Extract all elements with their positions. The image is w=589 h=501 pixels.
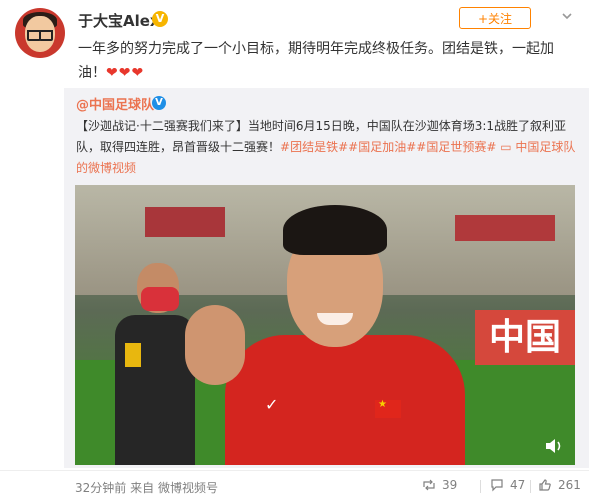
like-button[interactable]: 261 — [538, 478, 581, 492]
post-source[interactable]: 微博视频号 — [158, 481, 218, 495]
swoosh-logo-icon: ✓ — [265, 395, 279, 414]
repost-count: 39 — [442, 478, 458, 492]
volume-icon[interactable] — [543, 435, 565, 457]
follow-button-label: +关注 — [477, 11, 513, 26]
video-player[interactable]: 中国 ✓ — [75, 185, 575, 465]
hashtag-link[interactable]: #国足世预赛# — [416, 140, 496, 154]
post-time[interactable]: 32分钟前 — [75, 481, 126, 495]
thumbs-up-icon — [539, 479, 551, 491]
player-shirt — [225, 335, 465, 465]
post-body: 一年多的努力完成了一个小目标，期待明年完成终极任务。团结是铁，一起加油！ — [78, 41, 554, 81]
staff-body — [115, 315, 195, 465]
chevron-down-icon[interactable] — [561, 10, 573, 22]
source-prefix: 来自 — [130, 481, 155, 495]
hashtag-link[interactable]: #团结是铁# — [280, 140, 348, 154]
repost-button[interactable]: 39 — [422, 478, 457, 492]
avatar[interactable] — [15, 8, 65, 58]
verified-badge-icon: V — [152, 11, 168, 27]
avatar-glasses — [27, 30, 53, 41]
staff-stripe — [125, 343, 141, 367]
like-count: 261 — [558, 478, 581, 492]
comment-count: 47 — [510, 478, 526, 492]
post-meta: 32分钟前 来自 微博视频号 — [75, 479, 218, 496]
staff-mask — [141, 287, 179, 311]
player-hair — [283, 205, 387, 255]
username[interactable]: 于大宝Alex — [78, 10, 160, 31]
video-link-icon: ▭ — [500, 140, 516, 154]
repost-text: 【沙迦战记·十二强赛我们来了】当地时间6月15日晚，中国队在沙迦体育场3:1战胜… — [76, 116, 581, 179]
hashtag-link[interactable]: #国足加油# — [348, 140, 416, 154]
repost-title: 【沙迦战记·十二强赛我们来了】 — [76, 119, 248, 133]
divider — [480, 480, 481, 493]
repost-card: @中国足球队 V 【沙迦战记·十二强赛我们来了】当地时间6月15日晚，中国队在沙… — [64, 88, 589, 468]
divider — [530, 480, 531, 493]
repost-verified-badge-icon: V — [152, 96, 166, 110]
repost-icon — [423, 479, 435, 491]
follow-button[interactable]: +关注 — [459, 7, 531, 29]
video-staff-figure — [115, 263, 195, 465]
repost-author[interactable]: @中国足球队 — [76, 94, 154, 113]
post-footer: 32分钟前 来自 微博视频号 39 47 261 — [0, 470, 589, 501]
player-hand — [185, 305, 245, 385]
video-ad-board: 中国 — [475, 310, 575, 365]
comment-icon — [491, 479, 503, 492]
video-player-figure: ✓ — [185, 205, 485, 465]
heart-emoji-icons: ❤❤❤ — [106, 65, 145, 81]
flag-icon — [375, 399, 401, 418]
comment-button[interactable]: 47 — [490, 478, 525, 492]
post-text: 一年多的努力完成了一个小目标，期待明年完成终极任务。团结是铁，一起加油！❤❤❤ — [78, 37, 578, 85]
